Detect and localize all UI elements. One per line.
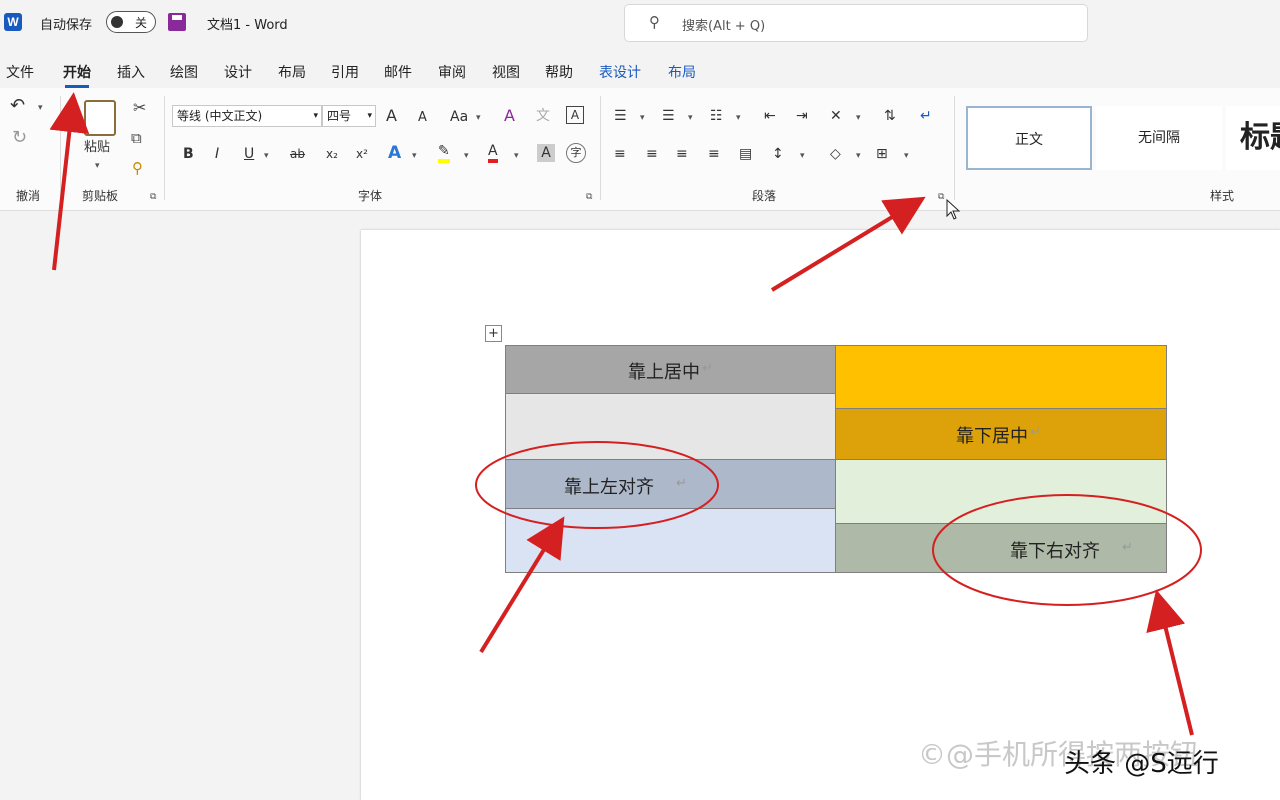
annotation-circle-top-left <box>475 441 719 529</box>
annotation-circle-bottom-right <box>932 494 1202 606</box>
annotation-overlay <box>49 92 1202 736</box>
annotation-arrow-paragraph-launcher <box>770 196 926 292</box>
annotation-arrow-home-tab <box>49 92 90 271</box>
credit-text: 头条 @S远行 <box>1064 749 1219 779</box>
mouse-cursor-icon <box>946 198 961 220</box>
annotation-arrow-top-left <box>479 516 565 654</box>
annotation-arrow-bottom-right <box>1146 589 1194 736</box>
